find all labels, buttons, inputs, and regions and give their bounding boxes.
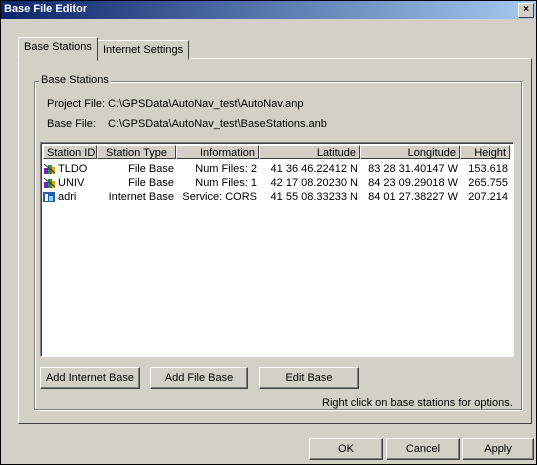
file-base-station-icon [43, 163, 56, 175]
tab-base-stations[interactable]: Base Stations [18, 37, 98, 61]
base-stations-list[interactable]: Station ID Station Type Information Lati… [40, 142, 514, 357]
group-legend: Base Stations [39, 74, 111, 86]
column-header-height[interactable]: Height [460, 145, 510, 159]
edit-base-button[interactable]: Edit Base [259, 367, 359, 389]
table-row[interactable]: adri Internet Base Service: CORS 41 55 0… [43, 190, 511, 204]
station-type-cell: File Base [128, 177, 174, 189]
window-title: Base File Editor [4, 3, 88, 15]
information-cell: Service: CORS [182, 191, 257, 203]
add-file-base-button[interactable]: Add File Base [150, 367, 248, 389]
latitude-cell: 41 36 46.22412 N [270, 163, 358, 175]
project-file-value: C:\GPSData\AutoNav_test\AutoNav.anp [108, 98, 304, 110]
add-internet-base-button[interactable]: Add Internet Base [40, 367, 140, 389]
tab-internet-settings[interactable]: Internet Settings [97, 40, 190, 60]
column-header-longitude[interactable]: Longitude [360, 145, 460, 159]
latitude-cell: 42 17 08.20230 N [270, 177, 358, 189]
options-hint: Right click on base stations for options… [322, 397, 513, 409]
longitude-cell: 84 01 27.38227 W [368, 191, 458, 203]
station-type-cell: File Base [128, 163, 174, 175]
height-cell: 153.618 [468, 163, 508, 175]
apply-button[interactable]: Apply [462, 438, 534, 460]
file-base-station-icon [43, 177, 56, 189]
base-file-value: C:\GPSData\AutoNav_test\BaseStations.anb [108, 118, 327, 130]
information-cell: Num Files: 1 [195, 177, 257, 189]
base-file-label: Base File: [47, 118, 96, 130]
close-button[interactable]: × [518, 3, 534, 18]
information-cell: Num Files: 2 [195, 163, 257, 175]
ok-button[interactable]: OK [309, 438, 383, 460]
table-row[interactable]: TLDO File Base Num Files: 2 41 36 46.224… [43, 162, 511, 176]
internet-base-station-icon [43, 191, 56, 203]
latitude-cell: 41 55 08.33233 N [270, 191, 358, 203]
cancel-button[interactable]: Cancel [386, 438, 460, 460]
longitude-cell: 83 28 31.40147 W [368, 163, 458, 175]
station-type-cell: Internet Base [108, 191, 174, 203]
column-header-information[interactable]: Information [176, 145, 259, 159]
column-header-station-type[interactable]: Station Type [97, 145, 176, 159]
longitude-cell: 84 23 09.29018 W [368, 177, 458, 189]
title-bar[interactable]: Base File Editor × [1, 1, 536, 19]
height-cell: 207.214 [468, 191, 508, 203]
column-header-latitude[interactable]: Latitude [259, 145, 360, 159]
station-id-cell: UNIV [58, 177, 85, 189]
station-id-cell: TLDO [58, 163, 88, 175]
base-file-editor-window: Base File Editor × Base Stations Interne… [0, 0, 537, 465]
height-cell: 265.755 [468, 177, 508, 189]
project-file-label: Project File: [47, 98, 106, 110]
table-row[interactable]: UNIV File Base Num Files: 1 42 17 08.202… [43, 176, 511, 190]
station-id-cell: adri [58, 191, 77, 203]
column-header-station-id[interactable]: Station ID [43, 145, 97, 159]
